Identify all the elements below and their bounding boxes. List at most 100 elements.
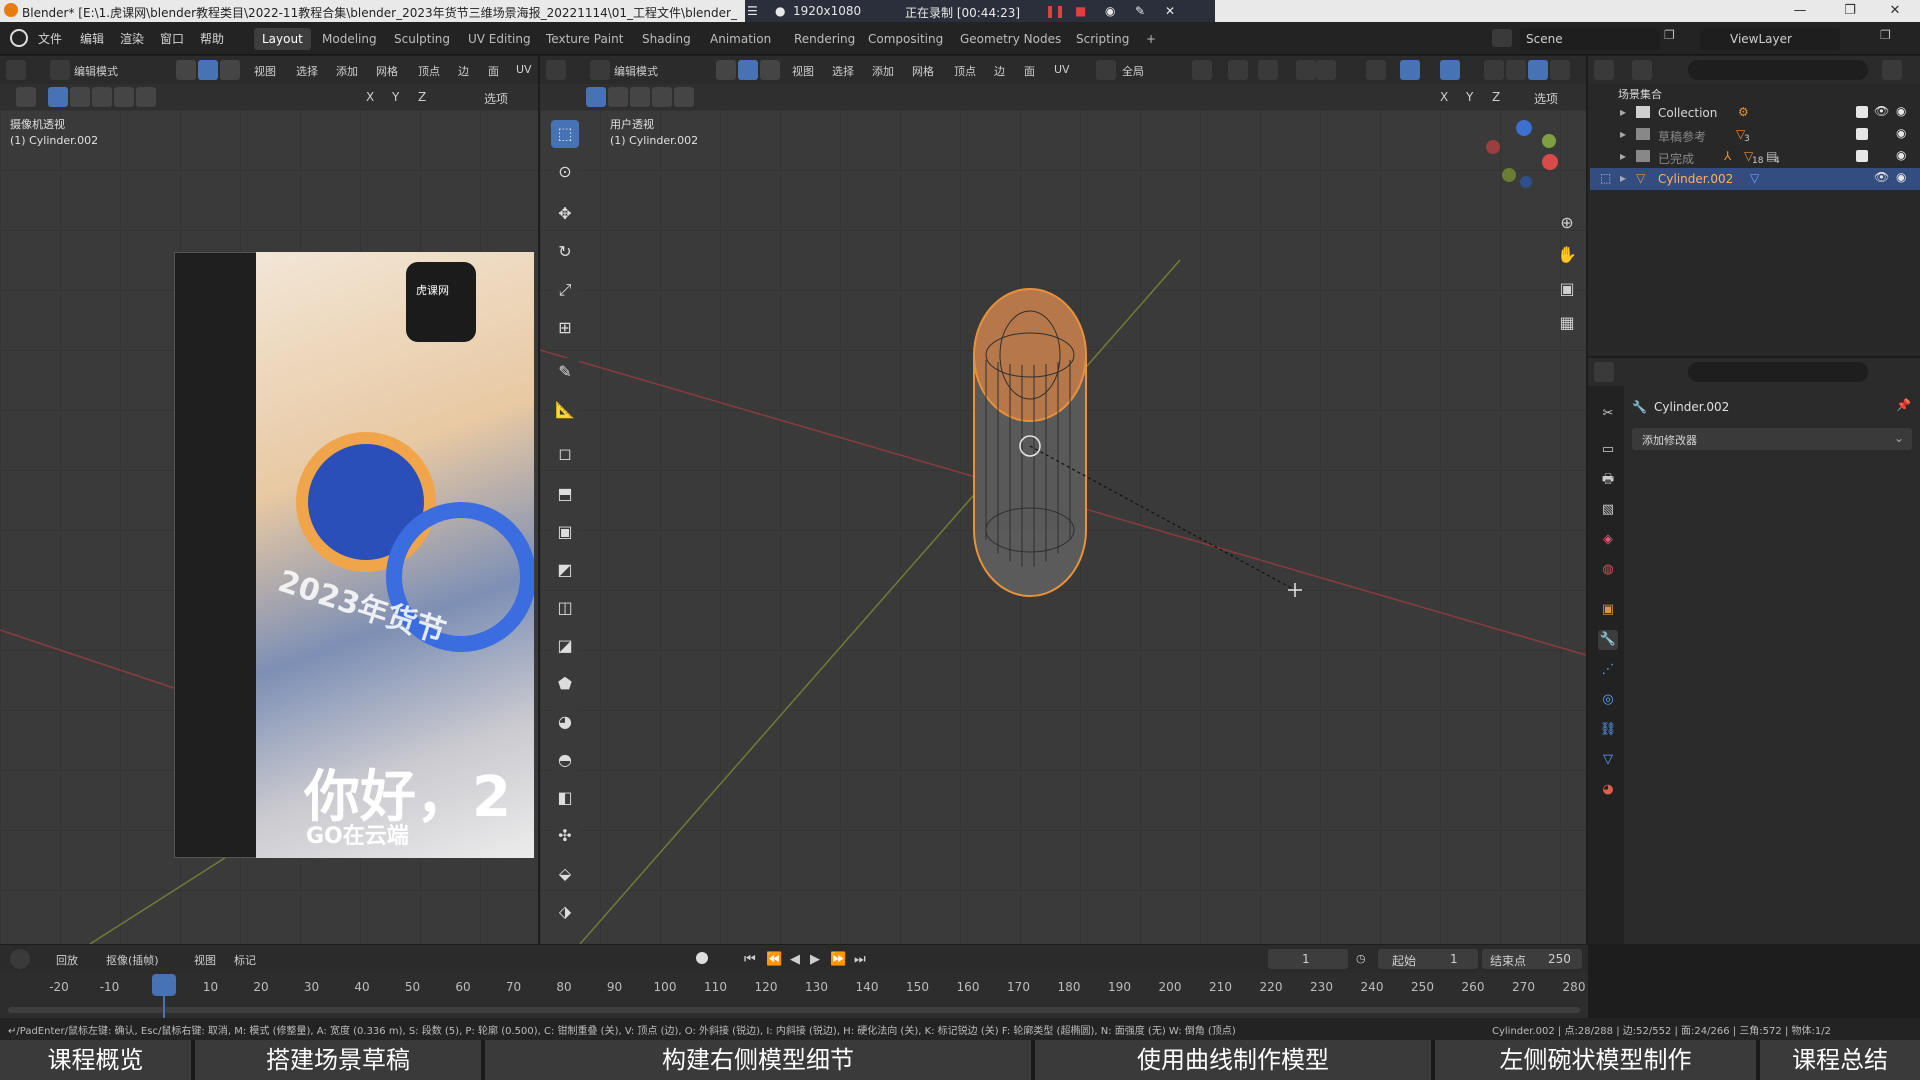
expand-arrow-icon[interactable]: ▸	[1620, 149, 1626, 163]
editor-type-icon[interactable]	[546, 60, 566, 80]
stop-icon[interactable]: ■	[1075, 4, 1086, 18]
blender-menu-icon[interactable]	[10, 29, 28, 47]
outliner-row-cylinder[interactable]: ⬚ ▸ ▽ Cylinder.002 ▽ 👁 ◉	[1590, 168, 1920, 190]
select-mode-invert[interactable]	[114, 87, 134, 107]
workspace-tab-compositing[interactable]: Compositing	[860, 28, 951, 50]
chapter-tab-right-details[interactable]: 构建右侧模型细节	[485, 1040, 1035, 1080]
eye-icon[interactable]: 👁	[1874, 170, 1889, 184]
workspace-tab-uv-editing[interactable]: UV Editing	[460, 28, 539, 50]
menu-render[interactable]: 渲染	[120, 30, 144, 47]
add-modifier-button[interactable]: 添加修改器 ⌄	[1632, 428, 1912, 450]
workspace-tab-shading[interactable]: Shading	[634, 28, 699, 50]
workspace-tab-rendering[interactable]: Rendering	[786, 28, 863, 50]
outliner-row-done[interactable]: ▸ 已完成 ⅄ ▽ 18 ▤ 4 ◉	[1590, 146, 1920, 168]
exclude-checkbox[interactable]	[1856, 106, 1868, 118]
viewlayer-field[interactable]: ViewLayer	[1700, 28, 1840, 50]
menu-mesh[interactable]: 网格	[376, 63, 398, 79]
jump-key-forward-icon[interactable]: ⏩	[830, 952, 846, 967]
menu-view[interactable]: 视图	[194, 952, 216, 968]
pivot-point-icon[interactable]	[1192, 60, 1212, 80]
outliner-editor-type-icon[interactable]	[1594, 60, 1614, 80]
menu-face[interactable]: 面	[488, 63, 499, 79]
gizmo-z-axis-icon[interactable]	[1516, 120, 1532, 136]
snap-target-icon[interactable]	[1258, 60, 1278, 80]
chapter-tab-summary[interactable]: 课程总结	[1760, 1040, 1920, 1080]
measure-tool-icon[interactable]: 📐	[551, 396, 579, 424]
options-dropdown[interactable]: 选项	[1534, 90, 1558, 107]
zoom-icon[interactable]: ⊕	[1554, 210, 1580, 236]
start-frame-field[interactable]: 起始 1	[1378, 949, 1478, 969]
menu-view[interactable]: 视图	[254, 63, 276, 79]
transform-orientation-dropdown[interactable]: 全局	[1122, 63, 1144, 79]
menu-icon[interactable]: ☰	[747, 4, 758, 18]
menu-playback[interactable]: 回放	[56, 952, 78, 968]
mode-dropdown[interactable]: 编辑模式	[614, 63, 658, 79]
shrink-fatten-tool-icon[interactable]: ✣	[551, 822, 579, 850]
move-tool-icon[interactable]: ✥	[551, 200, 579, 228]
close-button[interactable]: ✕	[1875, 0, 1915, 22]
scale-tool-icon[interactable]: ⤢	[551, 276, 579, 304]
face-select-button[interactable]	[220, 60, 240, 80]
pen-icon[interactable]: ✎	[1135, 4, 1145, 18]
render-camera-icon[interactable]: ◉	[1896, 148, 1906, 162]
modifier-tab-icon[interactable]: 🔧	[1598, 630, 1618, 650]
menu-select[interactable]: 选择	[296, 63, 318, 79]
mirror-x[interactable]: X	[366, 90, 374, 104]
workspace-tab-texture-paint[interactable]: Texture Paint	[538, 28, 631, 50]
gizmo-neg-z-icon[interactable]	[1520, 176, 1532, 188]
exclude-checkbox[interactable]	[1856, 150, 1868, 162]
menu-uv[interactable]: UV	[1054, 63, 1070, 76]
knife-tool-icon[interactable]: ◪	[551, 632, 579, 660]
menu-file[interactable]: 文件	[38, 30, 62, 47]
select-mode-new[interactable]	[586, 87, 606, 107]
menu-marker[interactable]: 标记	[234, 952, 256, 968]
menu-add[interactable]: 添加	[336, 63, 358, 79]
material-shading-icon[interactable]	[1550, 60, 1570, 80]
restore-button[interactable]: ❐	[1830, 0, 1870, 22]
play-reverse-icon[interactable]: ◀	[790, 952, 800, 967]
data-tab-icon[interactable]: ▽	[1598, 750, 1618, 770]
render-camera-icon[interactable]: ◉	[1896, 126, 1906, 140]
minimize-button[interactable]: —	[1780, 0, 1820, 22]
edge-select-button[interactable]	[198, 60, 218, 80]
select-tool-icon[interactable]	[16, 87, 36, 107]
menu-edge[interactable]: 边	[458, 63, 469, 79]
select-mode-invert[interactable]	[652, 87, 672, 107]
chapter-tab-draft[interactable]: 搭建场景草稿	[195, 1040, 485, 1080]
edit-mode-icon[interactable]: ⬚	[1600, 171, 1611, 185]
output-tab-icon[interactable]: 🖶	[1598, 470, 1618, 490]
transform-orientation-icon[interactable]	[1096, 60, 1116, 80]
chapter-tab-curves[interactable]: 使用曲线制作模型	[1035, 1040, 1435, 1080]
shear-tool-icon[interactable]: ⬙	[551, 860, 579, 888]
render-tab-icon[interactable]: ▭	[1598, 440, 1618, 460]
xray-toggle-icon[interactable]	[1484, 60, 1504, 80]
scene-field[interactable]: Scene	[1520, 28, 1660, 50]
workspace-tab-layout[interactable]: Layout	[254, 28, 311, 50]
gizmo-y-axis-icon[interactable]	[1542, 134, 1556, 148]
select-mode-subtract[interactable]	[92, 87, 112, 107]
material-tab-icon[interactable]: ◕	[1598, 780, 1618, 800]
auto-key-record-icon[interactable]	[696, 952, 708, 964]
view-layer-tab-icon[interactable]: ▧	[1598, 500, 1618, 520]
workspace-tab-scripting[interactable]: Scripting	[1068, 28, 1137, 50]
mirror-y[interactable]: Y	[1466, 90, 1473, 104]
wireframe-shading-icon[interactable]	[1506, 60, 1526, 80]
outliner-row-draft[interactable]: ▸ 草稿参考 ▽ 3 ◉	[1590, 124, 1920, 146]
mode-icon[interactable]	[590, 60, 610, 80]
chapter-tab-overview[interactable]: 课程概览	[0, 1040, 195, 1080]
scene-collection-label[interactable]: 场景集合	[1618, 86, 1662, 102]
edge-select-button[interactable]	[738, 60, 758, 80]
mirror-z[interactable]: Z	[418, 90, 426, 104]
menu-keying[interactable]: 抠像(插帧)	[106, 952, 159, 968]
current-frame-field[interactable]: 1	[1268, 949, 1348, 969]
camera-viewport-canvas[interactable]: 摄像机透视 (1) Cylinder.002 虎课网 2023年货节 你好，2 …	[0, 110, 538, 944]
menu-face[interactable]: 面	[1024, 63, 1035, 79]
new-scene-icon[interactable]: ❐	[1664, 28, 1682, 48]
add-cube-tool-icon[interactable]: ◻	[551, 440, 579, 468]
pin-icon[interactable]: 📌	[1896, 398, 1911, 412]
overlay-toggle-icon[interactable]	[1440, 60, 1460, 80]
transform-tool-icon[interactable]: ⊞	[551, 314, 579, 342]
menu-uv[interactable]: UV	[516, 63, 532, 76]
camera-view-icon[interactable]: ▣	[1554, 276, 1580, 302]
menu-window[interactable]: 窗口	[160, 30, 184, 47]
